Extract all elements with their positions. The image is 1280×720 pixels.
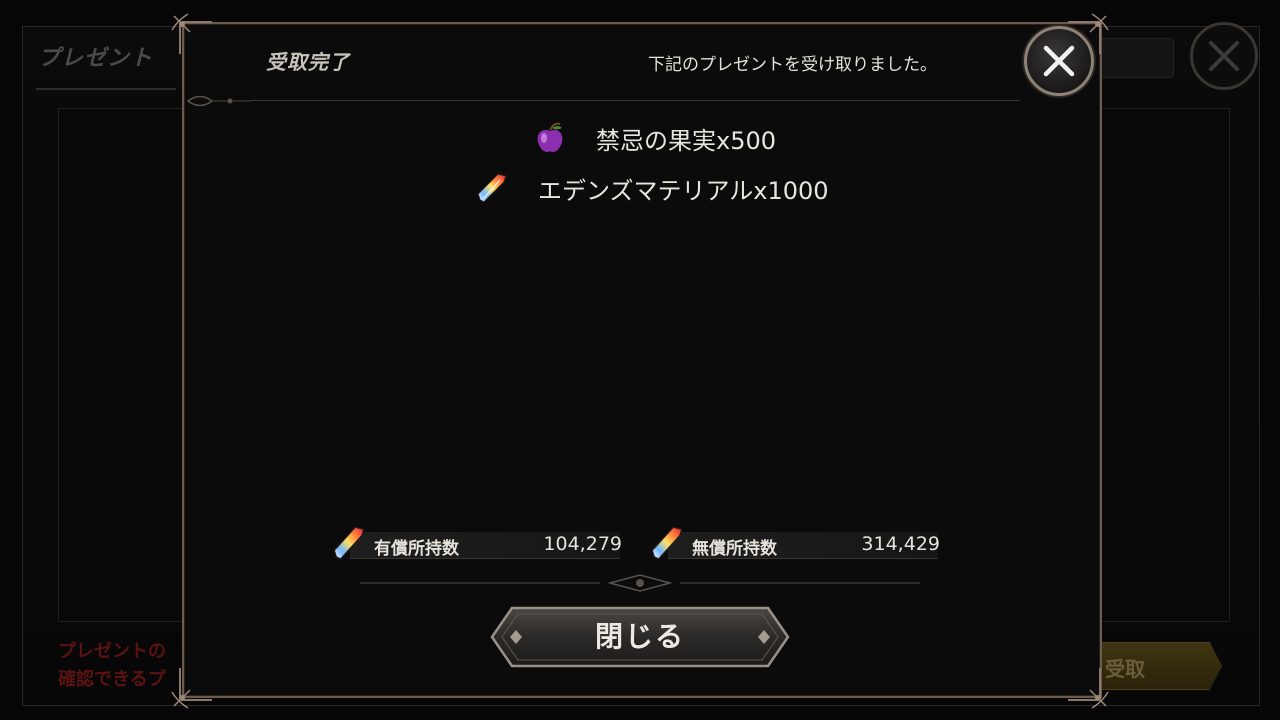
footer-divider-ornament (360, 574, 920, 592)
reward-item-name: エデンズマテリアルx1000 (538, 176, 829, 205)
close-button[interactable] (1024, 26, 1094, 96)
background-notice: プレゼントの 確認できるプ (58, 638, 166, 694)
reward-item: 禁忌の果実x500 (532, 120, 776, 156)
free-count-panel: 無償所持数 314,429 (648, 522, 940, 564)
corner-ornament-icon (1068, 668, 1109, 709)
free-count-label: 無償所持数 (692, 539, 777, 559)
dialog-message: 下記のプレゼントを受け取りました。 (648, 55, 937, 75)
rainbow-crystal-icon (651, 526, 683, 560)
rainbow-crystal-icon (477, 173, 507, 203)
rainbow-crystal-icon (333, 526, 365, 560)
free-count-value: 314,429 (861, 533, 940, 555)
header-divider (250, 100, 1020, 101)
header-ornament-icon (186, 95, 250, 107)
background-title-underline (36, 88, 176, 90)
corner-ornament-icon (171, 13, 212, 54)
background-close-button (1190, 22, 1258, 90)
dialog-title: 受取完了 (266, 50, 350, 74)
close-icon (1043, 45, 1075, 77)
corner-ornament-icon (171, 668, 212, 709)
paid-count-value: 104,279 (543, 533, 622, 555)
close-dialog-button[interactable]: 閉じる (490, 606, 790, 668)
background-notice-line1: プレゼントの (58, 641, 166, 662)
close-dialog-button-label: 閉じる (594, 620, 685, 653)
purple-apple-icon (537, 122, 563, 152)
background-notice-line2: 確認できるプ (58, 669, 166, 690)
paid-count-label: 有償所持数 (374, 539, 459, 559)
background-receive-label: 受取 (1105, 657, 1145, 681)
reward-item: エデンズマテリアルx1000 (474, 170, 829, 206)
reward-item-name: 禁忌の果実x500 (596, 126, 777, 155)
background-title: プレゼント (38, 46, 154, 71)
paid-count-panel: 有償所持数 104,279 (330, 522, 622, 564)
close-icon (1209, 41, 1239, 71)
